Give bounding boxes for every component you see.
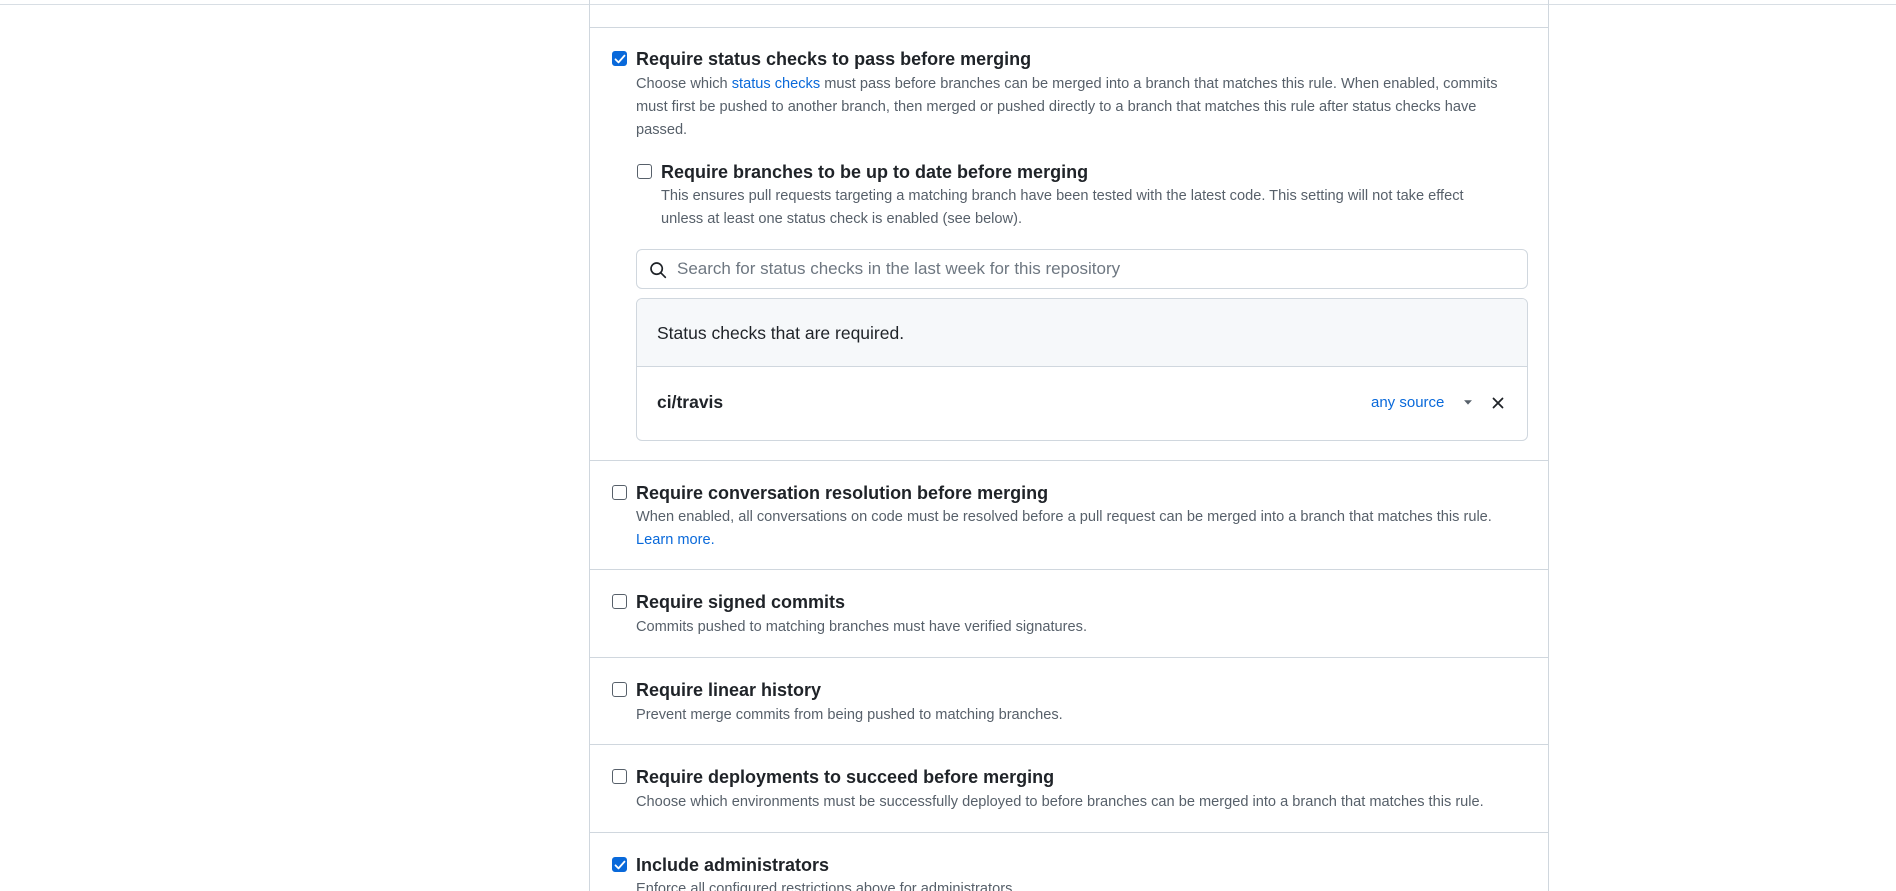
status-checks-title: Require status checks to pass before mer…	[636, 49, 1032, 69]
up-to-date-description: This ensures pull requests targeting a m…	[661, 185, 1541, 231]
status-checks-description: Choose which status checks must pass bef…	[636, 73, 1536, 142]
signed-commits-checkbox[interactable]	[612, 594, 627, 609]
check-icon	[614, 860, 626, 870]
desc-text: must first be pushed to another branch, …	[636, 99, 1477, 115]
section-divider	[590, 744, 1548, 745]
protection-rules-panel: Require status checks to pass before mer…	[589, 0, 1549, 891]
include-admins-description: Enforce all configured restrictions abov…	[636, 881, 1017, 891]
check-icon	[614, 54, 626, 64]
deployments-description: Choose which environments must be succes…	[636, 794, 1484, 810]
desc-text: unless at least one status check is enab…	[661, 211, 1022, 227]
linear-history-checkbox[interactable]	[612, 682, 627, 697]
deployments-checkbox[interactable]	[612, 769, 627, 784]
section-divider	[590, 657, 1548, 658]
section-divider	[590, 460, 1548, 461]
desc-text: This ensures pull requests targeting a m…	[661, 188, 1464, 204]
section-divider	[590, 27, 1548, 28]
desc-text: must pass before branches can be merged …	[820, 76, 1498, 92]
desc-text: Choose which	[636, 76, 732, 92]
required-checks-header: Status checks that are required.	[637, 299, 1527, 367]
required-checks-header-text: Status checks that are required.	[657, 323, 905, 343]
signed-commits-title: Require signed commits	[636, 592, 846, 612]
triangle-down-icon[interactable]	[1461, 395, 1475, 409]
section-divider	[590, 569, 1548, 570]
required-checks-list: Status checks that are required. ci/trav…	[636, 298, 1528, 441]
branch-protection-page: Require status checks to pass before mer…	[0, 0, 1896, 891]
conversation-resolution-title: Require conversation resolution before m…	[636, 483, 1049, 503]
status-check-search[interactable]	[636, 249, 1528, 289]
required-check-name: ci/travis	[657, 392, 724, 412]
x-icon[interactable]	[1490, 395, 1506, 411]
learn-more-link[interactable]: Learn more.	[636, 532, 715, 548]
conversation-resolution-checkbox[interactable]	[612, 485, 627, 500]
check-source-selector[interactable]: any source	[1371, 394, 1444, 411]
linear-history-title: Require linear history	[636, 680, 822, 700]
section-divider	[590, 832, 1548, 833]
include-admins-checkbox[interactable]	[612, 857, 627, 872]
linear-history-description: Prevent merge commits from being pushed …	[636, 707, 1063, 723]
signed-commits-description: Commits pushed to matching branches must…	[636, 619, 1088, 635]
include-admins-title: Include administrators	[636, 855, 830, 875]
search-icon	[650, 262, 667, 279]
up-to-date-title: Require branches to be up to date before…	[661, 162, 1089, 182]
desc-text: passed.	[636, 122, 688, 138]
status-checks-checkbox[interactable]	[612, 51, 627, 66]
up-to-date-checkbox[interactable]	[637, 164, 652, 179]
deployments-title: Require deployments to succeed before me…	[636, 767, 1055, 787]
conversation-resolution-description: When enabled, all conversations on code …	[636, 506, 1536, 552]
status-checks-link[interactable]: status checks	[732, 76, 820, 92]
status-check-search-input[interactable]	[677, 256, 1507, 282]
desc-text: When enabled, all conversations on code …	[636, 509, 1492, 525]
